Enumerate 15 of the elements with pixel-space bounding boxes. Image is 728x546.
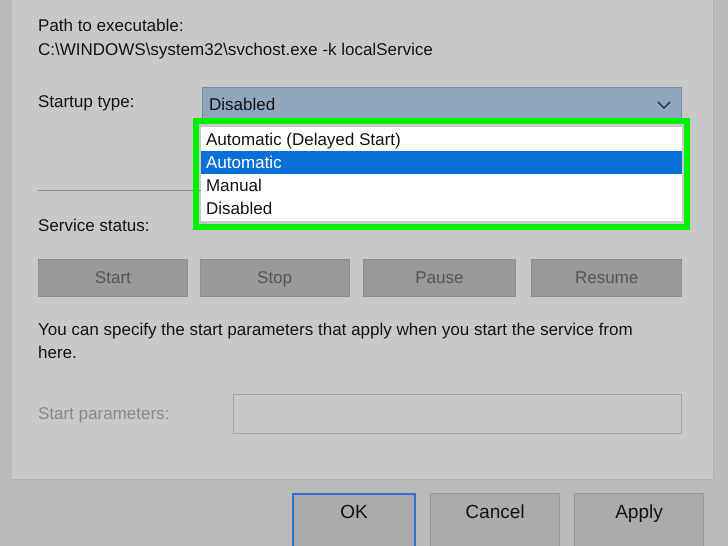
field-label: Service status: [38, 215, 150, 237]
field-label: Start parameters: [38, 404, 170, 424]
dropdown-option[interactable]: Disabled [201, 197, 682, 220]
dialog-button[interactable]: Cancel [430, 493, 560, 546]
field-label: Path to executable: [38, 15, 185, 37]
dropdown-option[interactable]: Manual [201, 174, 682, 197]
path-text: C:\WINDOWS\system32\svchost.exe -k localService [38, 39, 434, 61]
dialog-button[interactable]: Apply [574, 493, 704, 546]
description-text: You can specify the start parameters that apply when you start the service from here. [38, 319, 634, 364]
dropdown-option[interactable]: Automatic [201, 151, 682, 174]
dialog-button[interactable]: OK [292, 493, 416, 546]
input-field[interactable] [233, 394, 682, 434]
chevron-down-icon [657, 100, 671, 108]
dropdown-option[interactable]: Automatic (Delayed Start) [201, 128, 682, 151]
field-label: Startup type: [38, 91, 136, 113]
